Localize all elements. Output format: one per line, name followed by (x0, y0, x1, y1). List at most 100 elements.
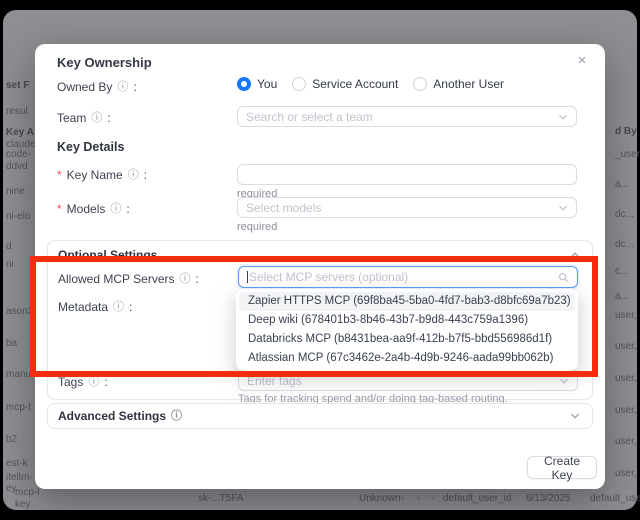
bg-text-fragment: d By (615, 126, 637, 137)
models-label-text: Models (67, 202, 106, 216)
radio-you-label: You (257, 77, 277, 91)
bg-text-fragment: - (431, 493, 434, 504)
label-colon: : (104, 375, 107, 389)
label-colon: : (129, 300, 132, 314)
chevron-down-icon (559, 376, 569, 386)
info-icon (112, 301, 125, 314)
radio-another-user[interactable]: Another User (413, 77, 504, 91)
allowed-mcp-placeholder: Select MCP servers (optional) (249, 270, 558, 284)
bg-text-fragment: itellm- (6, 472, 33, 483)
team-select[interactable]: Search or select a team (237, 106, 577, 127)
models-required-hint: required (237, 221, 277, 233)
bg-text-fragment: user, (615, 341, 637, 352)
bg-text-fragment: resul (6, 106, 28, 117)
radio-service-account[interactable]: Service Account (292, 77, 398, 91)
radio-unselected-icon (413, 77, 427, 91)
label-colon: : (144, 168, 147, 182)
create-key-modal: Key Ownership × Owned By: You Service Ac… (35, 44, 605, 489)
dropdown-option-atlassian[interactable]: Atlassian MCP (67c3462e-2a4b-4d9b-9246-a… (239, 349, 575, 368)
info-icon (87, 376, 100, 389)
required-asterisk: * (57, 168, 62, 182)
radio-service-account-label: Service Account (312, 77, 398, 91)
info-icon (178, 273, 191, 286)
dropdown-option-databricks[interactable]: Databricks MCP (b8431bea-aa9f-412b-b7f5-… (239, 330, 575, 349)
radio-another-user-label: Another User (433, 77, 504, 91)
advanced-settings-panel: Advanced Settings (47, 403, 593, 429)
metadata-label: Metadata: (58, 299, 132, 315)
key-name-label-text: Key Name (67, 168, 123, 182)
bg-text-fragment: a... (615, 179, 629, 190)
bg-text-fragment: user, (615, 436, 637, 447)
bg-text-fragment: set F (6, 80, 29, 91)
tags-select[interactable]: Enter tags (238, 370, 578, 391)
key-name-label: * Key Name: (57, 167, 147, 183)
bg-text-fragment: ason2 (6, 306, 33, 317)
info-icon (109, 203, 122, 216)
metadata-label-text: Metadata (58, 300, 108, 314)
allowed-mcp-select[interactable]: Select MCP servers (optional) (238, 266, 578, 288)
bg-text-fragment: nine (6, 186, 25, 197)
bg-text-fragment: code- (6, 149, 31, 160)
bg-text-fragment: default_user_id (443, 493, 511, 504)
info-icon (116, 81, 129, 94)
bg-text-fragment: user, (615, 373, 637, 384)
bg-text-fragment: manu (6, 369, 31, 380)
models-select[interactable]: Select models (237, 197, 577, 218)
key-details-heading: Key Details (57, 140, 124, 154)
bg-text-fragment: sk-...T5FA (198, 493, 244, 504)
dropdown-option-zapier[interactable]: Zapier HTTPS MCP (69f8ba45-5ba0-4fd7-bab… (239, 292, 575, 311)
key-name-input[interactable] (237, 164, 577, 185)
advanced-settings-heading: Advanced Settings (58, 409, 166, 423)
bg-text-fragment: ni (6, 259, 14, 270)
allowed-mcp-label-text: Allowed MCP Servers (58, 272, 174, 286)
bg-text-fragment: d (6, 241, 12, 252)
label-colon: : (195, 272, 198, 286)
mcp-server-dropdown: Zapier HTTPS MCP (69f8ba45-5ba0-4fd7-bab… (236, 289, 578, 371)
tags-label: Tags: (58, 374, 108, 390)
bg-text-fragment: mcp-t (6, 402, 31, 413)
owned-by-radio-group: You Service Account Another User (237, 77, 504, 91)
text-cursor (247, 271, 248, 283)
chevron-up-icon (570, 250, 580, 260)
info-icon (90, 112, 103, 125)
chevron-down-icon (558, 112, 568, 122)
modal-title: Key Ownership (57, 55, 152, 70)
allowed-mcp-label: Allowed MCP Servers: (58, 271, 199, 287)
bg-text-fragment: user, (615, 468, 637, 479)
bg-text-fragment: b2 (6, 434, 17, 445)
bg-text-fragment: ni-elo (6, 211, 30, 222)
info-icon (170, 410, 183, 423)
info-icon (127, 169, 140, 182)
radio-you[interactable]: You (237, 77, 277, 91)
dropdown-option-deep-wiki[interactable]: Deep wiki (678401b3-8b46-43b7-b9d8-443c7… (239, 311, 575, 330)
bg-text-fragment: 6/13/2025 (526, 493, 571, 504)
radio-unselected-icon (292, 77, 306, 91)
bg-text-fragment: - (417, 493, 420, 504)
bg-text-fragment: ba (6, 338, 17, 349)
bg-text-fragment: dc... (615, 209, 634, 220)
create-key-button[interactable]: Create Key (527, 456, 597, 479)
bg-text-fragment: mcp-l (15, 487, 39, 498)
label-colon: : (126, 202, 129, 216)
tags-placeholder: Enter tags (247, 374, 559, 388)
bg-text-fragment: default_user, (590, 493, 640, 504)
tags-label-text: Tags (58, 375, 83, 389)
models-label: * Models: (57, 201, 130, 217)
chevron-down-icon (558, 203, 568, 213)
models-placeholder: Select models (246, 201, 558, 215)
label-colon: : (107, 111, 110, 125)
bg-text-fragment: _user, (615, 149, 640, 160)
advanced-settings-header[interactable]: Advanced Settings (58, 409, 183, 423)
required-asterisk: * (57, 202, 62, 216)
radio-selected-icon (237, 77, 251, 91)
chevron-down-icon (570, 411, 580, 421)
team-label-text: Team (57, 111, 86, 125)
label-colon: : (133, 80, 136, 94)
bg-text-fragment: c... (615, 266, 628, 277)
owned-by-label: Owned By: (57, 79, 137, 95)
optional-settings-header[interactable]: Optional Settings (58, 248, 157, 262)
optional-settings-heading: Optional Settings (58, 248, 157, 262)
team-placeholder: Search or select a team (246, 110, 558, 124)
team-label: Team: (57, 110, 111, 126)
close-icon[interactable]: × (573, 52, 591, 70)
